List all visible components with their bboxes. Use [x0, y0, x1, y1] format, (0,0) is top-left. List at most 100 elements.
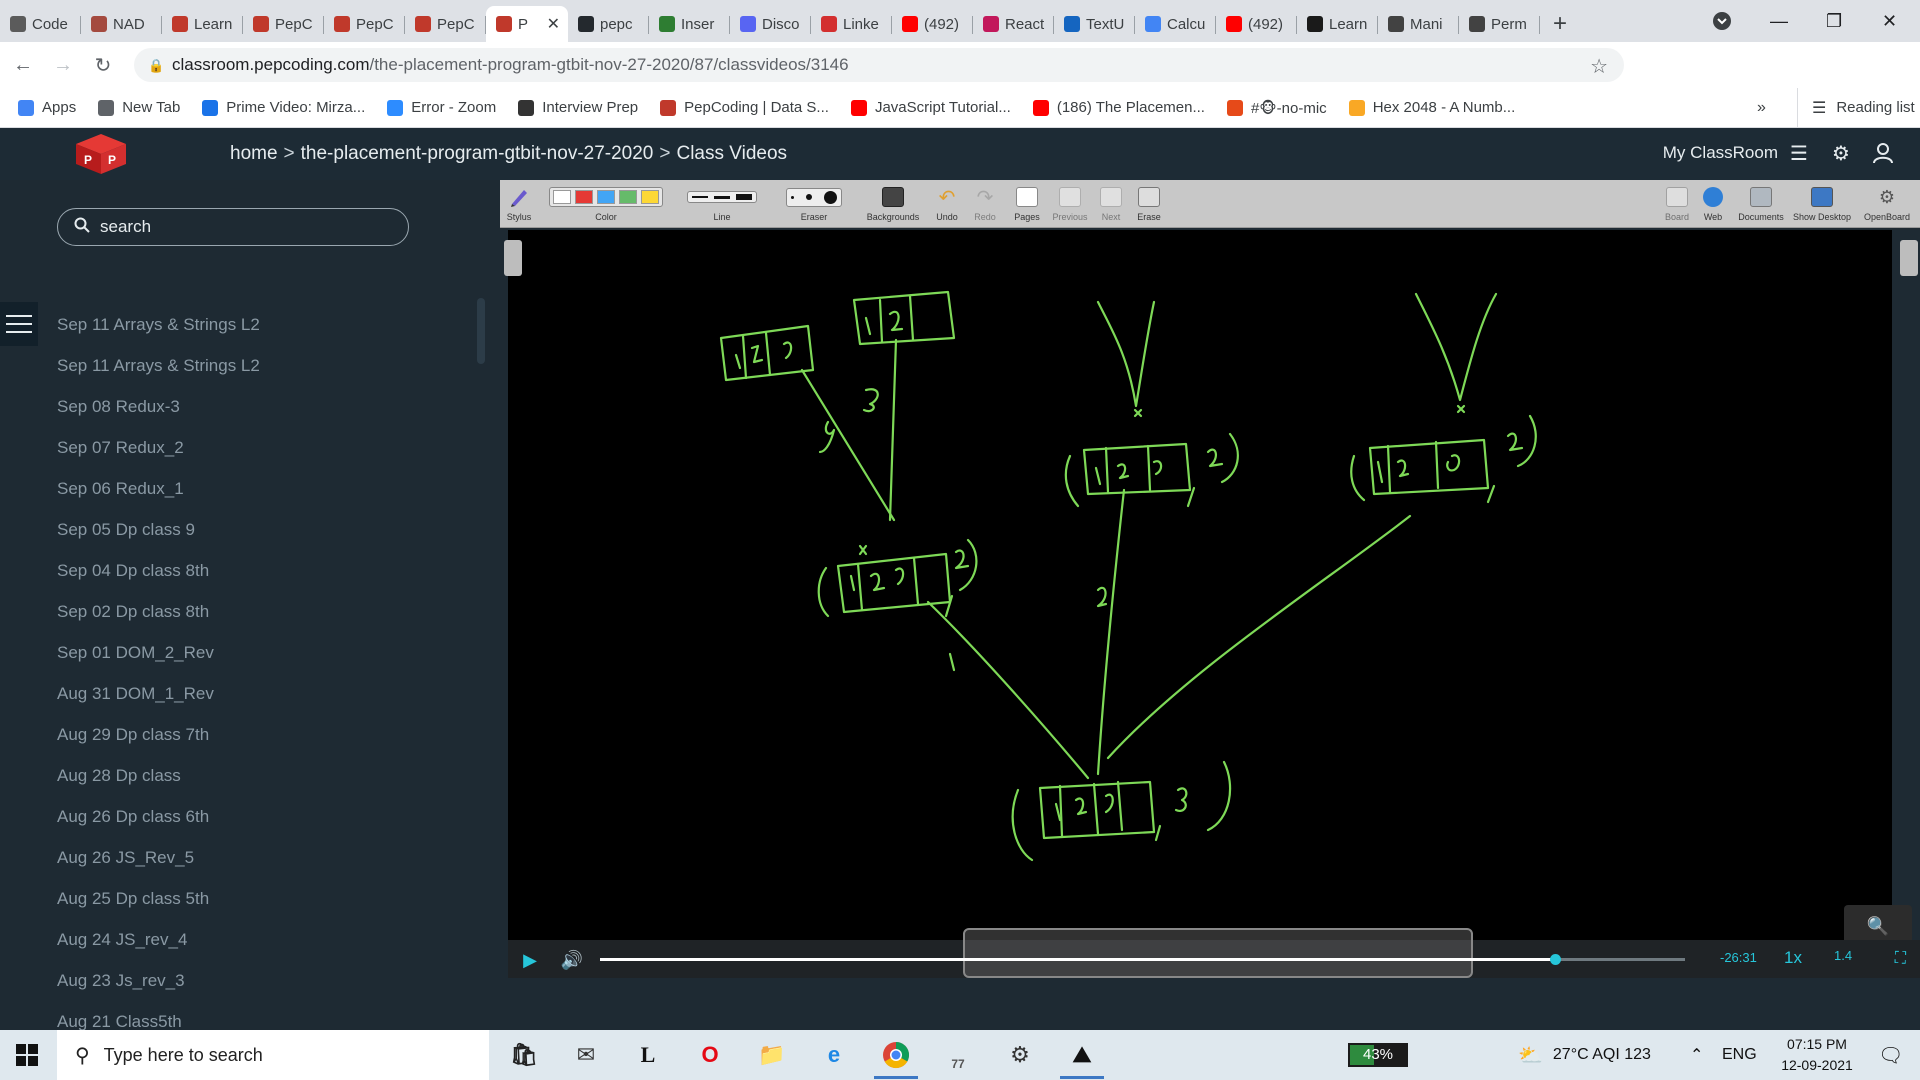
maximize-icon[interactable]: ❐: [1826, 0, 1842, 42]
mail-icon[interactable]: ✉: [570, 1039, 602, 1071]
forward-icon[interactable]: →: [46, 48, 80, 82]
tool-stylus[interactable]: Stylus: [504, 180, 534, 228]
weather-widget[interactable]: ⛅ 27°C AQI 123: [1518, 1030, 1651, 1080]
system-clock[interactable]: 07:15 PM 12-09-2021: [1762, 1034, 1872, 1076]
tool-openboard[interactable]: ⚙ OpenBoard: [1858, 180, 1916, 228]
edge-icon[interactable]: e: [818, 1039, 850, 1071]
reading-list-button[interactable]: ☰ Reading list: [1797, 87, 1915, 128]
fullscreen-icon[interactable]: ⛶: [1895, 950, 1906, 968]
tool-backgrounds[interactable]: Backgrounds: [864, 180, 922, 228]
playback-speed-button[interactable]: 1x: [1784, 948, 1802, 968]
left-panel-toggle[interactable]: [504, 240, 522, 276]
video-list-item[interactable]: Sep 11 Arrays & Strings L2: [57, 304, 477, 345]
close-tab-icon[interactable]: ✕: [547, 14, 560, 34]
bookmark-item[interactable]: Error - Zoom: [387, 99, 496, 116]
bookmark-item[interactable]: New Tab: [98, 99, 180, 116]
tool-redo[interactable]: ↷ Redo: [970, 180, 1000, 228]
browser-tab[interactable]: (492): [892, 6, 973, 42]
floating-stylus-palette[interactable]: [963, 928, 1473, 978]
browser-tab[interactable]: pepc: [568, 6, 649, 42]
browser-tab[interactable]: Inser: [649, 6, 730, 42]
color-swatch[interactable]: [575, 190, 593, 204]
video-list-item[interactable]: Sep 05 Dp class 9: [57, 509, 477, 550]
tool-undo[interactable]: ↶ Undo: [932, 180, 962, 228]
browser-tab[interactable]: PepC: [324, 6, 405, 42]
seek-bar[interactable]: [600, 954, 1685, 965]
user-account-icon[interactable]: [1870, 140, 1896, 166]
eraser-small-button[interactable]: [791, 195, 794, 199]
video-list-item[interactable]: Sep 06 Redux_1: [57, 468, 477, 509]
input-language[interactable]: ENG: [1722, 1030, 1757, 1080]
notification-center-icon[interactable]: 🗨: [1878, 1030, 1903, 1080]
color-swatch[interactable]: [641, 190, 659, 204]
seek-handle[interactable]: [1550, 954, 1561, 965]
color-swatch[interactable]: [553, 190, 571, 204]
bookmark-item[interactable]: Hex 2048 - A Numb...: [1348, 99, 1515, 116]
pepcoding-logo[interactable]: P P: [76, 134, 126, 174]
close-window-icon[interactable]: ✕: [1882, 0, 1897, 42]
bookmark-item[interactable]: Interview Prep: [518, 99, 638, 116]
back-icon[interactable]: ←: [6, 48, 40, 82]
volume-icon[interactable]: 🔊: [560, 948, 584, 972]
video-list-item[interactable]: Sep 08 Redux-3: [57, 386, 477, 427]
tool-documents[interactable]: Documents: [1736, 180, 1786, 228]
battery-indicator[interactable]: 43%: [1348, 1043, 1408, 1067]
video-list-item[interactable]: Sep 01 DOM_2_Rev: [57, 632, 477, 673]
whiteboard-canvas[interactable]: [508, 230, 1892, 946]
bookmark-item[interactable]: Apps: [18, 99, 76, 116]
line-medium-button[interactable]: [714, 195, 730, 199]
browser-tab[interactable]: Learn: [1297, 6, 1378, 42]
video-list-item[interactable]: Aug 25 Dp class 5th: [57, 878, 477, 919]
video-list-item[interactable]: Aug 26 Dp class 6th: [57, 796, 477, 837]
file-explorer-icon[interactable]: 📁: [756, 1039, 788, 1071]
browser-tab[interactable]: PepC: [405, 6, 486, 42]
video-list-item[interactable]: Sep 11 Arrays & Strings L2: [57, 345, 477, 386]
video-list-item[interactable]: Aug 24 JS_rev_4: [57, 919, 477, 960]
browser-tab[interactable]: Disco: [730, 6, 811, 42]
show-hidden-icons-icon[interactable]: ⌃: [1690, 1030, 1703, 1080]
video-list-item[interactable]: Aug 26 JS_Rev_5: [57, 837, 477, 878]
line-thick-button[interactable]: [736, 194, 752, 200]
right-panel-toggle[interactable]: [1900, 240, 1918, 276]
breadcrumb-course[interactable]: the-placement-program-gtbit-nov-27-2020: [301, 143, 654, 164]
play-icon[interactable]: ▶: [518, 948, 542, 972]
tab-search-icon[interactable]: [1712, 0, 1732, 42]
video-list-item[interactable]: Aug 31 DOM_1_Rev: [57, 673, 477, 714]
browser-tab[interactable]: P ✕: [486, 6, 568, 42]
bookmarks-overflow-icon[interactable]: »: [1757, 99, 1766, 117]
bookmark-item[interactable]: (186) The Placemen...: [1032, 99, 1205, 116]
video-list-item[interactable]: Aug 29 Dp class 7th: [57, 714, 477, 755]
chrome-icon[interactable]: [874, 1039, 918, 1079]
photos-icon[interactable]: ⛰: [1060, 1039, 1104, 1079]
browser-tab[interactable]: NAD: [81, 6, 162, 42]
line-thin-button[interactable]: [692, 196, 708, 198]
browser-tab[interactable]: Linke: [811, 6, 892, 42]
video-list-item[interactable]: Aug 23 Js_rev_3: [57, 960, 477, 1001]
eraser-medium-button[interactable]: [806, 194, 812, 200]
tool-show-desktop[interactable]: Show Desktop: [1790, 180, 1854, 228]
sidebar-scrollbar[interactable]: [477, 298, 485, 364]
settings-gear-icon[interactable]: ⚙: [1828, 140, 1854, 166]
opera-icon[interactable]: O: [694, 1039, 726, 1071]
browser-tab[interactable]: Learn: [162, 6, 243, 42]
taskbar-search[interactable]: ⚲ Type here to search: [57, 1030, 489, 1080]
bookmark-item[interactable]: PepCoding | Data S...: [660, 99, 829, 116]
browser-tab[interactable]: PepC: [243, 6, 324, 42]
browser-tab[interactable]: Perm: [1459, 6, 1540, 42]
reload-icon[interactable]: ↻: [86, 48, 120, 82]
notes-app-icon[interactable]: 77: [942, 1039, 974, 1071]
tool-erase[interactable]: Erase: [1134, 180, 1164, 228]
tool-web[interactable]: Web: [1698, 180, 1728, 228]
windows-start-icon[interactable]: [16, 1044, 38, 1066]
video-list-item[interactable]: Sep 04 Dp class 8th: [57, 550, 477, 591]
bookmark-item[interactable]: #🐵-no-mic: [1226, 99, 1327, 117]
video-list-item[interactable]: Sep 07 Redux_2: [57, 427, 477, 468]
browser-tab[interactable]: React: [973, 6, 1054, 42]
color-swatch[interactable]: [597, 190, 615, 204]
settings-gear-icon[interactable]: ⚙: [1004, 1039, 1036, 1071]
browser-tab[interactable]: Calcu: [1135, 6, 1216, 42]
new-tab-button[interactable]: +: [1540, 6, 1580, 42]
video-list-item[interactable]: Sep 02 Dp class 8th: [57, 591, 477, 632]
bookmark-star-icon[interactable]: ☆: [1590, 54, 1608, 79]
tool-board[interactable]: Board: [1662, 180, 1692, 228]
